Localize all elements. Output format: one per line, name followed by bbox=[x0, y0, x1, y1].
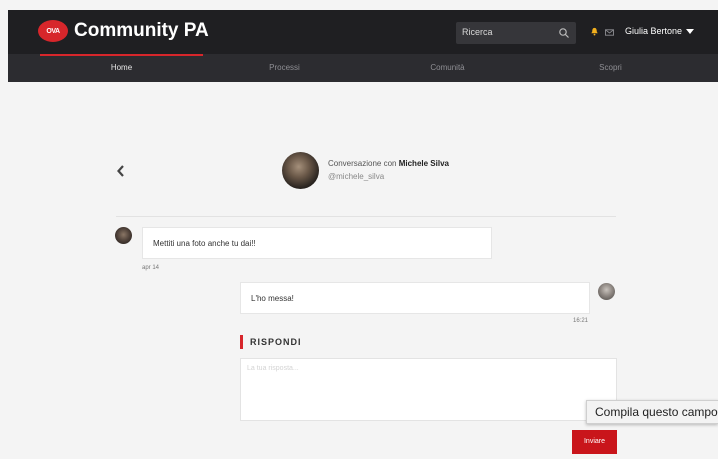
mail-icon[interactable] bbox=[605, 29, 614, 36]
message-timestamp: 16:21 bbox=[573, 318, 589, 324]
message-timestamp: apr 14 bbox=[142, 265, 160, 271]
reply-box bbox=[240, 358, 617, 421]
divider bbox=[116, 216, 616, 217]
logo[interactable]: OVA Community PA bbox=[38, 20, 209, 42]
caret-down-icon bbox=[686, 28, 695, 34]
reply-heading: RISPONDI bbox=[250, 337, 302, 347]
search-icon[interactable] bbox=[558, 27, 570, 39]
main-nav: Home Processi Comunità Scopri bbox=[8, 54, 718, 82]
logo-mark-text: OVA bbox=[46, 27, 60, 35]
contact-avatar bbox=[282, 152, 319, 189]
logo-icon: OVA bbox=[38, 20, 68, 42]
nav-item-comunita[interactable]: Comunità bbox=[366, 54, 529, 82]
bell-icon[interactable] bbox=[590, 27, 599, 36]
search-input[interactable]: Ricerca bbox=[456, 22, 576, 44]
message-bubble-sent: L'ho messa! bbox=[240, 282, 590, 314]
message-bubble-received: Mettiti una foto anche tu dai!! bbox=[142, 227, 492, 259]
search-label: Ricerca bbox=[462, 27, 493, 37]
nav-item-home[interactable]: Home bbox=[40, 54, 203, 82]
page: OVA Community PA Ricerca Giulia Bertone … bbox=[8, 10, 718, 459]
message-text: L'ho messa! bbox=[251, 293, 294, 303]
nav-item-scopri[interactable]: Scopri bbox=[529, 54, 692, 82]
reply-textarea[interactable] bbox=[241, 359, 616, 420]
top-bar: OVA Community PA Ricerca Giulia Bertone bbox=[8, 10, 718, 54]
nav-item-processi[interactable]: Processi bbox=[203, 54, 366, 82]
logo-text: Community PA bbox=[74, 20, 209, 41]
conversation-prefix: Conversazione con bbox=[328, 159, 399, 168]
back-arrow-icon[interactable] bbox=[116, 164, 126, 178]
send-button[interactable]: Inviare bbox=[572, 430, 617, 454]
user-menu[interactable]: Giulia Bertone bbox=[625, 26, 695, 36]
reply-accent-bar bbox=[240, 335, 243, 349]
message-text: Mettiti una foto anche tu dai!! bbox=[153, 238, 256, 248]
conversation-title: Conversazione con Michele Silva bbox=[328, 159, 449, 168]
contact-handle: @michele_silva bbox=[328, 172, 385, 181]
user-name: Giulia Bertone bbox=[625, 26, 683, 36]
contact-name[interactable]: Michele Silva bbox=[399, 159, 449, 168]
validation-tooltip: Compila questo campo. bbox=[586, 400, 718, 424]
own-avatar bbox=[598, 283, 615, 300]
sender-avatar bbox=[115, 227, 132, 244]
